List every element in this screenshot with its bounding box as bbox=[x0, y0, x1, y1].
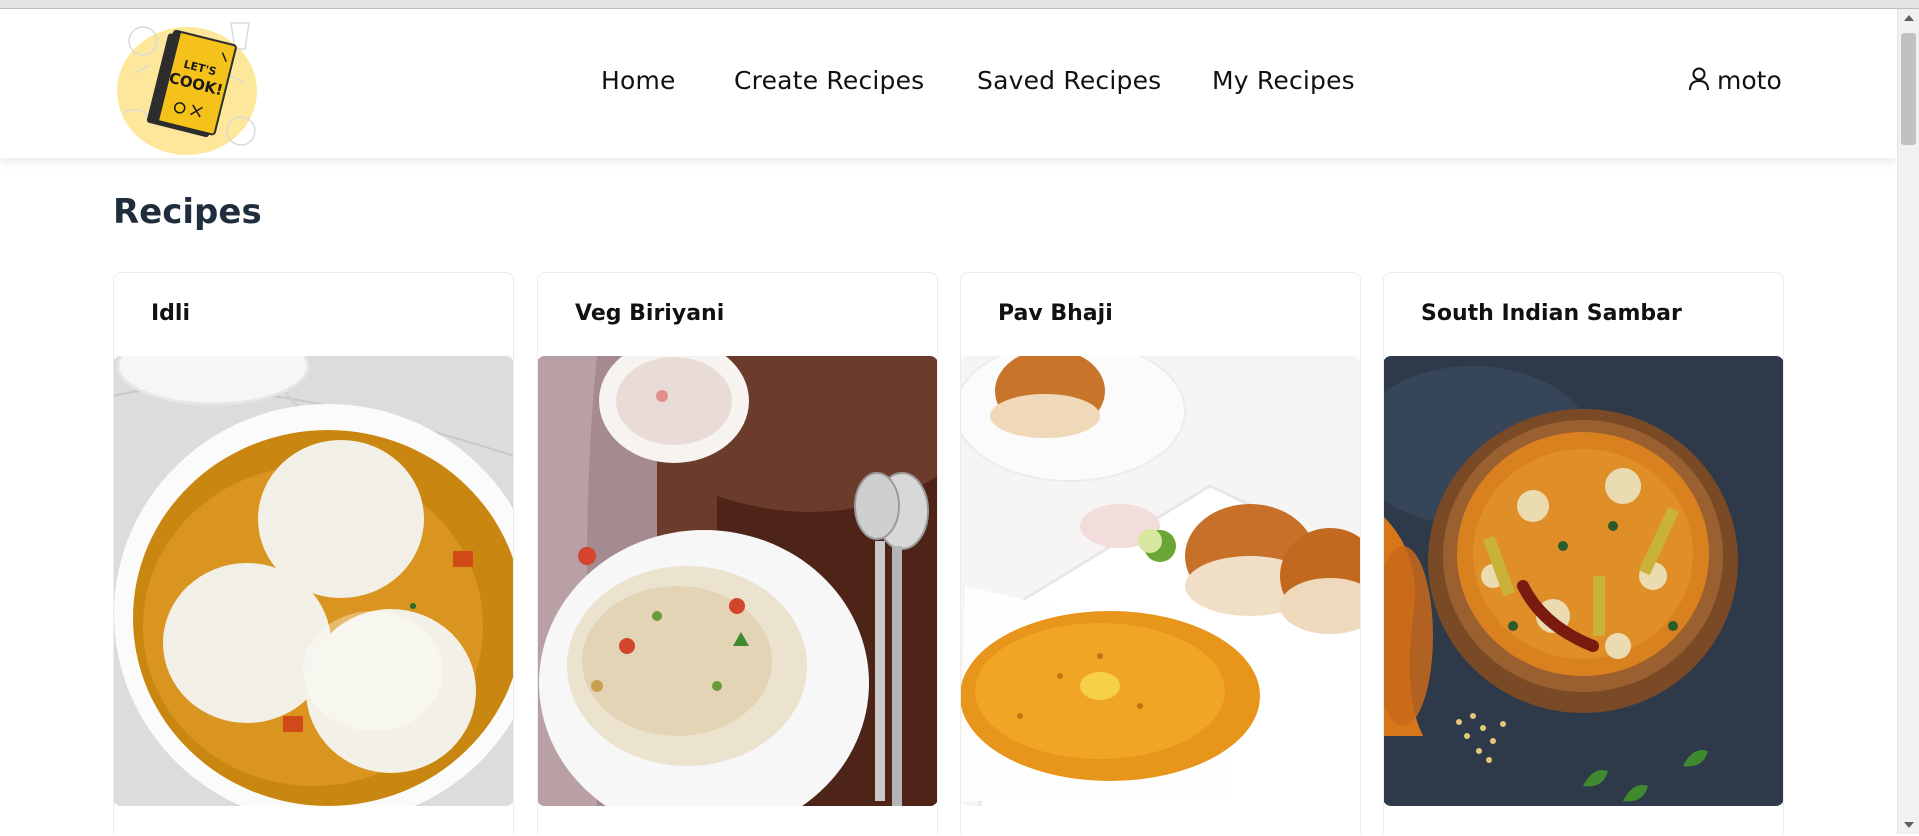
page-viewport: LET'S COOK! Home Create Recipes Saved Re… bbox=[0, 9, 1897, 834]
recipe-card[interactable]: Pav Bhaji bbox=[960, 272, 1361, 834]
page-title: Recipes bbox=[113, 192, 262, 232]
pav-bhaji-photo[interactable] bbox=[961, 356, 1360, 806]
recipe-title: Pav Bhaji bbox=[998, 301, 1113, 326]
recipe-card[interactable]: South Indian Sambar bbox=[1383, 272, 1784, 834]
recipe-card[interactable]: Idli bbox=[113, 272, 514, 834]
site-header: LET'S COOK! Home Create Recipes Saved Re… bbox=[0, 9, 1897, 158]
sambar-photo[interactable] bbox=[1384, 356, 1783, 806]
user-menu[interactable]: moto bbox=[1688, 66, 1782, 95]
recipe-title: Veg Biriyani bbox=[575, 301, 725, 326]
veg-biriyani-photo[interactable] bbox=[538, 356, 937, 806]
user-name: moto bbox=[1717, 66, 1782, 95]
nav-my-recipes-link[interactable]: My Recipes bbox=[1212, 66, 1355, 95]
recipe-title: South Indian Sambar bbox=[1421, 301, 1682, 326]
recipe-card[interactable]: Veg Biriyani bbox=[537, 272, 938, 834]
browser-top-strip bbox=[0, 0, 1919, 9]
user-icon bbox=[1688, 67, 1710, 95]
scroll-up-arrow-icon[interactable] bbox=[1904, 15, 1914, 21]
nav-home-link[interactable]: Home bbox=[601, 66, 676, 95]
nav-create-recipes-link[interactable]: Create Recipes bbox=[734, 66, 924, 95]
idli-photo[interactable] bbox=[114, 356, 513, 806]
main-nav: Home Create Recipes Saved Recipes My Rec… bbox=[0, 66, 1897, 106]
nav-saved-recipes-link[interactable]: Saved Recipes bbox=[977, 66, 1161, 95]
scroll-thumb[interactable] bbox=[1901, 33, 1916, 145]
recipe-title: Idli bbox=[151, 301, 191, 326]
vertical-scrollbar[interactable] bbox=[1897, 9, 1919, 834]
scroll-down-arrow-icon[interactable] bbox=[1904, 822, 1914, 828]
